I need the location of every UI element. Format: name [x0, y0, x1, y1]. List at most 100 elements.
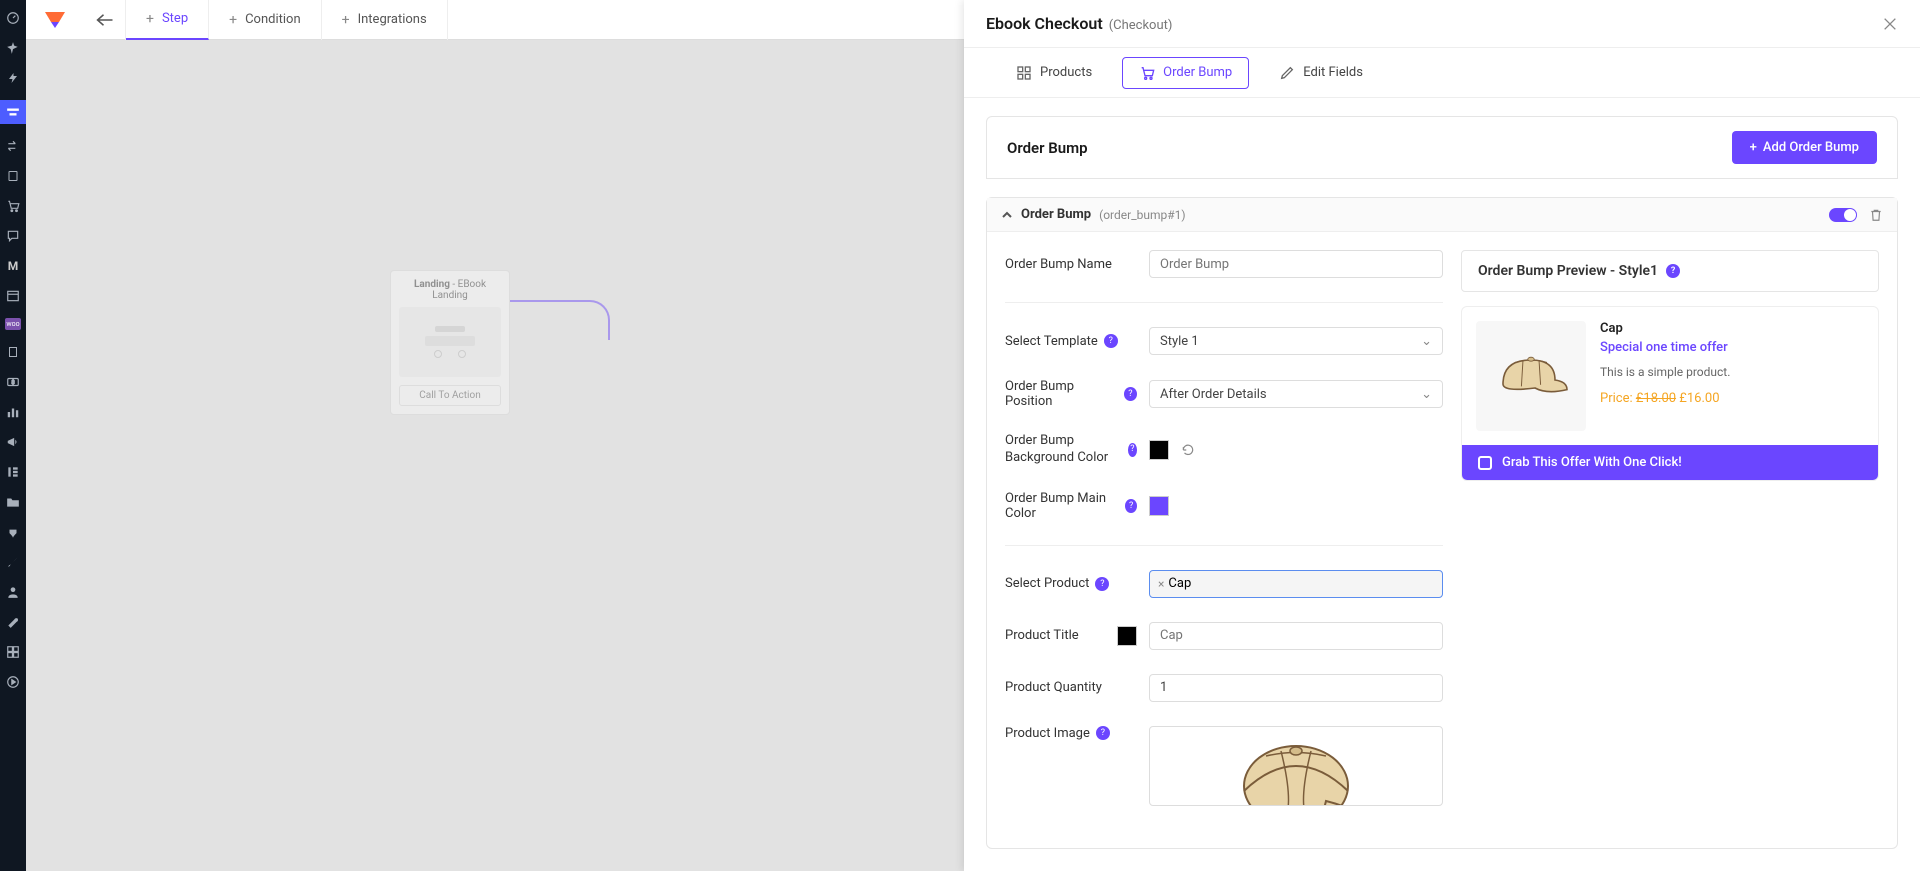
rail-plug-icon[interactable]: [5, 524, 21, 540]
rail-m-icon[interactable]: M: [5, 258, 21, 274]
plus-icon: +: [342, 12, 350, 28]
card-header[interactable]: Order Bump (order_bump#1): [987, 198, 1897, 232]
preview-price: Price: £18.00 £16.00: [1600, 391, 1864, 406]
preview-product-image: [1476, 321, 1586, 431]
card-id: (order_bump#1): [1099, 208, 1185, 222]
rail-elementor-icon[interactable]: [5, 464, 21, 480]
panel-title: Ebook Checkout (Checkout): [986, 14, 1172, 33]
name-input[interactable]: [1149, 250, 1443, 278]
preview-offer: Special one time offer: [1600, 340, 1864, 355]
rail-user-icon[interactable]: [5, 584, 21, 600]
preview-heading: Order Bump Preview - Style1 ?: [1461, 250, 1879, 292]
checkbox-icon: [1478, 456, 1492, 470]
reset-icon[interactable]: [1181, 443, 1195, 457]
enable-toggle[interactable]: [1829, 208, 1857, 222]
position-select[interactable]: After Order Details ⌄: [1149, 380, 1443, 408]
rail-folder-icon[interactable]: [5, 494, 21, 510]
form-column: Order Bump Name Select Template ? Style …: [1005, 250, 1443, 830]
subtab-edit-fields[interactable]: Edit Fields: [1263, 57, 1379, 89]
tab-step[interactable]: + Step: [126, 0, 209, 40]
close-button[interactable]: [1882, 16, 1898, 32]
rail-wrench-icon[interactable]: [5, 614, 21, 630]
product-label: Select Product ?: [1005, 576, 1137, 591]
rail-dashboard-icon[interactable]: [5, 10, 21, 26]
remove-tag-icon[interactable]: ×: [1158, 577, 1164, 591]
chevron-down-icon: ⌄: [1421, 387, 1432, 402]
panel-header: Ebook Checkout (Checkout): [964, 0, 1920, 48]
bg-color-label: Order Bump Background Color ?: [1005, 433, 1137, 467]
preview-desc: This is a simple product.: [1600, 365, 1864, 379]
tab-step-label: Step: [162, 11, 188, 26]
rail-grid-icon[interactable]: [5, 644, 21, 660]
product-image-preview[interactable]: [1149, 726, 1443, 806]
tab-integrations-label: Integrations: [358, 12, 427, 27]
rail-pin-icon[interactable]: [5, 40, 21, 56]
rail-funnel-icon[interactable]: [0, 100, 26, 124]
add-order-bump-button[interactable]: + Add Order Bump: [1732, 131, 1877, 164]
rail-comment-icon[interactable]: [5, 228, 21, 244]
rail-bolt-icon[interactable]: [5, 70, 21, 86]
panel-body: Order Bump + Add Order Bump Order Bump (…: [964, 98, 1920, 871]
template-select[interactable]: Style 1 ⌄: [1149, 327, 1443, 355]
name-label: Order Bump Name: [1005, 257, 1137, 272]
rail-dollar-icon[interactable]: $: [5, 374, 21, 390]
help-icon[interactable]: ?: [1124, 387, 1137, 401]
help-icon[interactable]: ?: [1104, 334, 1118, 348]
rail-stats-icon[interactable]: [5, 404, 21, 420]
checkout-settings-panel: Ebook Checkout (Checkout) Products Order…: [964, 0, 1920, 871]
rail-cart-icon[interactable]: [5, 198, 21, 214]
rail-book-icon[interactable]: [5, 168, 21, 184]
back-button[interactable]: [84, 0, 126, 40]
svg-text:$: $: [11, 379, 14, 386]
rail-woo-icon[interactable]: woo: [5, 318, 21, 330]
subtab-order-bump[interactable]: Order Bump: [1122, 57, 1249, 89]
plus-icon: +: [146, 11, 154, 27]
section-title: Order Bump: [1007, 139, 1088, 157]
plus-icon: +: [229, 12, 237, 28]
help-icon[interactable]: ?: [1666, 264, 1680, 278]
help-icon[interactable]: ?: [1128, 443, 1137, 457]
img-label: Product Image ?: [1005, 726, 1137, 741]
delete-button[interactable]: [1869, 208, 1883, 222]
bg-color-swatch[interactable]: [1149, 440, 1169, 460]
order-bump-card: Order Bump (order_bump#1) Order Bump Nam…: [986, 197, 1898, 849]
qty-label: Product Quantity: [1005, 680, 1137, 695]
app-logo[interactable]: [26, 0, 84, 40]
ptitle-color-swatch[interactable]: [1117, 626, 1137, 646]
tab-integrations[interactable]: + Integrations: [322, 0, 448, 40]
card-title: Order Bump: [1021, 207, 1091, 222]
section-header: Order Bump + Add Order Bump: [986, 116, 1898, 179]
rail-exchange-icon[interactable]: [5, 138, 21, 154]
position-label: Order Bump Position ?: [1005, 379, 1137, 409]
rail-brush-icon[interactable]: [5, 554, 21, 570]
chevron-down-icon: ⌄: [1421, 334, 1432, 349]
panel-subtabs: Products Order Bump Edit Fields: [964, 48, 1920, 98]
grid-icon: [1016, 65, 1032, 81]
tab-condition[interactable]: + Condition: [209, 0, 322, 40]
qty-input[interactable]: [1149, 674, 1443, 702]
preview-column: Order Bump Preview - Style1 ?: [1461, 250, 1879, 830]
pencil-icon: [1279, 65, 1295, 81]
template-label: Select Template ?: [1005, 334, 1137, 349]
ptitle-label: Product Title: [1005, 628, 1105, 643]
preview-card: Cap Special one time offer This is a sim…: [1461, 306, 1879, 481]
help-icon[interactable]: ?: [1095, 577, 1109, 591]
chevron-up-icon: [1001, 211, 1013, 219]
rail-page-icon[interactable]: [5, 344, 21, 360]
rail-window-icon[interactable]: [5, 288, 21, 304]
help-icon[interactable]: ?: [1125, 499, 1137, 513]
cart-icon: [1139, 65, 1155, 81]
rail-megaphone-icon[interactable]: [5, 434, 21, 450]
tab-condition-label: Condition: [245, 12, 301, 27]
preview-title: Cap: [1600, 321, 1864, 336]
rail-circle-icon[interactable]: [5, 674, 21, 690]
preview-cta[interactable]: Grab This Offer With One Click!: [1462, 445, 1878, 480]
plus-icon: +: [1750, 140, 1757, 155]
main-color-label: Order Bump Main Color ?: [1005, 491, 1137, 521]
main-color-swatch[interactable]: [1149, 496, 1169, 516]
product-select[interactable]: × Cap: [1149, 570, 1443, 598]
help-icon[interactable]: ?: [1096, 726, 1110, 740]
admin-left-rail: M woo $: [0, 0, 26, 871]
ptitle-input[interactable]: [1149, 622, 1443, 650]
subtab-products[interactable]: Products: [1000, 57, 1108, 89]
